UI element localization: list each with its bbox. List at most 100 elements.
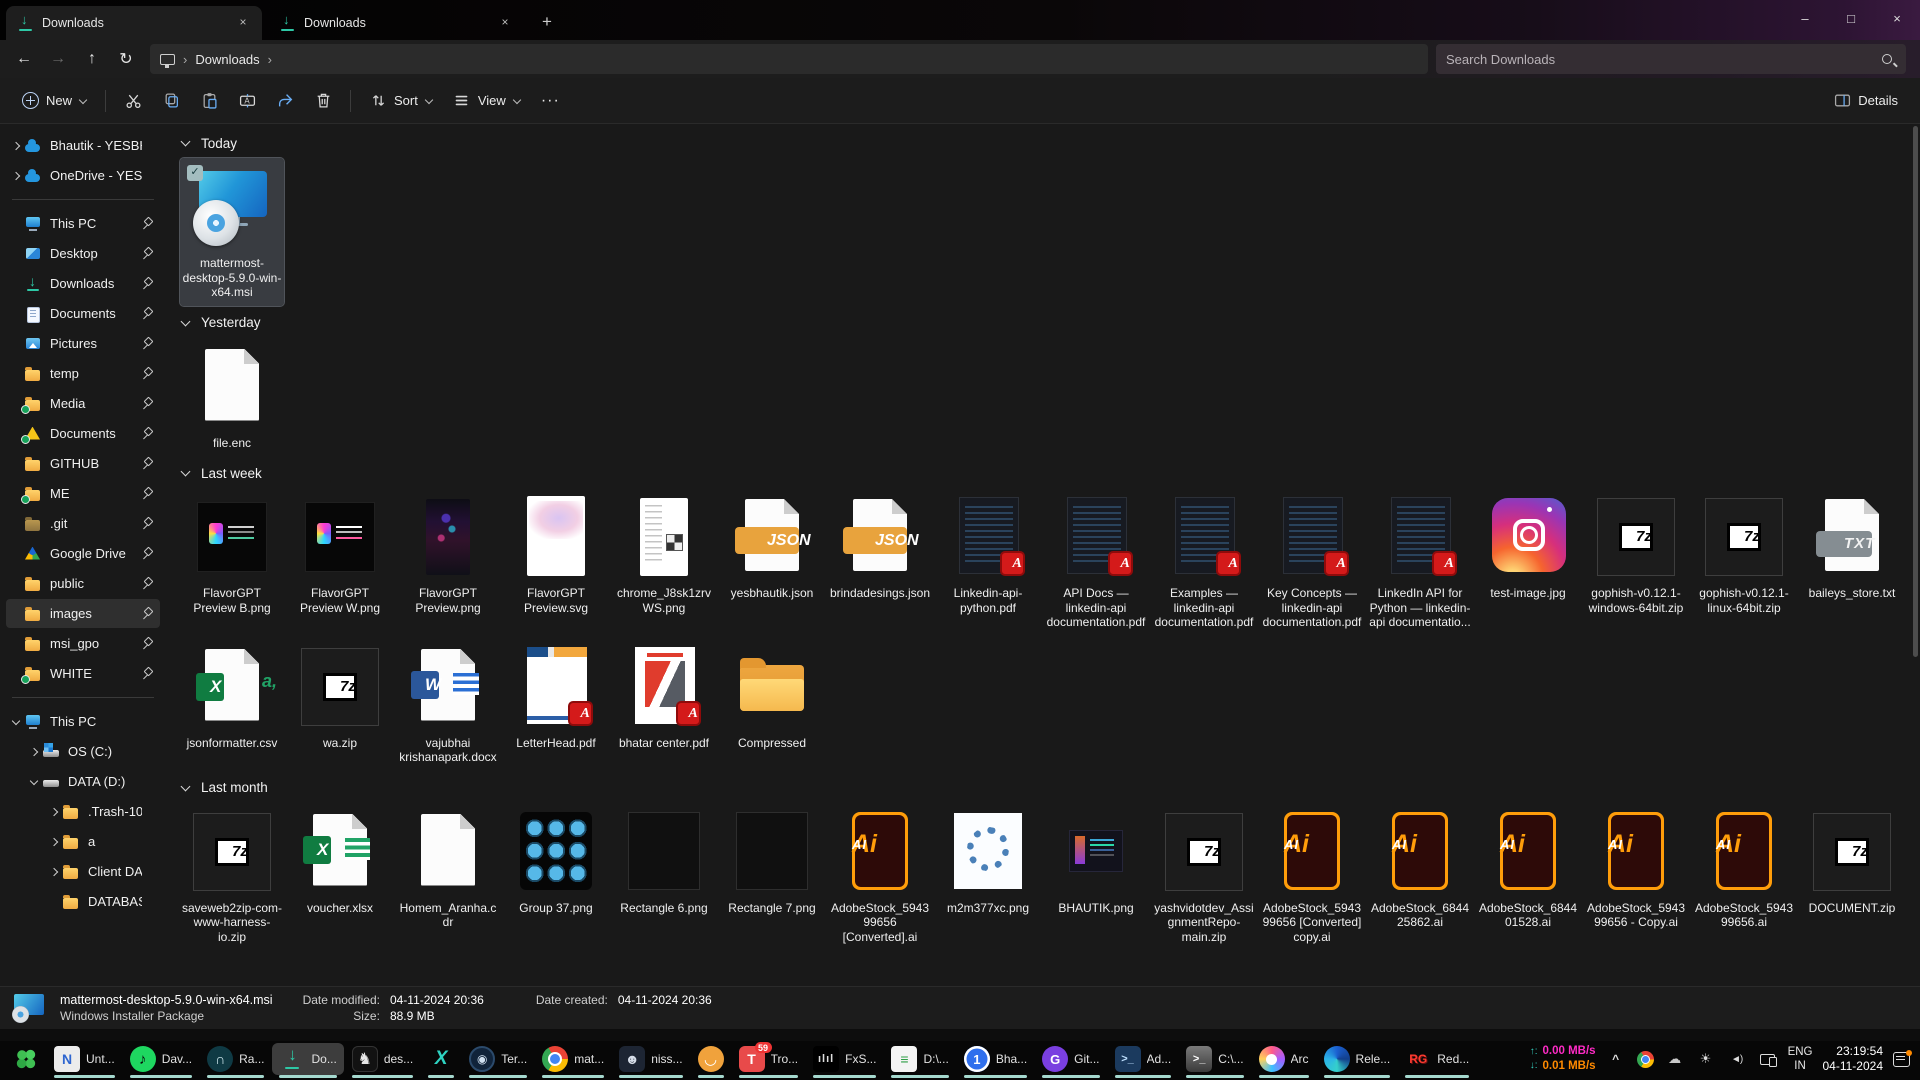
file-tile[interactable]: mattermost-desktop-5.9.0-win-x64.msi	[180, 158, 284, 306]
file-tile[interactable]: voucher.xlsx	[288, 803, 392, 922]
file-tile[interactable]: gophish-v0.12.1-windows-64bit.zip	[1584, 488, 1688, 621]
refresh-button[interactable]: ↻	[110, 44, 142, 74]
back-button[interactable]: ←	[8, 44, 40, 74]
taskbar-app[interactable]: Rele...	[1317, 1043, 1398, 1075]
sidebar-item[interactable]: Google Drive	[6, 539, 160, 568]
file-tile[interactable]: wa.zip	[288, 638, 392, 757]
file-tile[interactable]: brindadesings.json	[828, 488, 932, 607]
tab-close-icon[interactable]: ×	[496, 14, 514, 32]
notification-center-icon[interactable]	[1893, 1052, 1910, 1067]
search-icon[interactable]	[1882, 54, 1896, 64]
rename-button[interactable]: A	[228, 85, 266, 117]
chevron-down-icon[interactable]	[180, 138, 192, 148]
file-tile[interactable]: Homem_Aranha.cdr	[396, 803, 500, 936]
tray-icon[interactable]: ◄)	[1727, 1049, 1747, 1069]
search-box[interactable]	[1436, 44, 1906, 74]
scrollbar-thumb[interactable]	[1913, 126, 1918, 657]
file-tile[interactable]: AdobeStock_594399656.ai	[1692, 803, 1796, 936]
file-tile[interactable]: AdobeStock_594399656 [Converted].ai	[828, 803, 932, 951]
file-tile[interactable]: LinkedIn API for Python — linkedin-api d…	[1368, 488, 1472, 636]
copy-button[interactable]	[152, 85, 190, 117]
sidebar-tree-item[interactable]: DATABASE	[6, 887, 160, 916]
sidebar-item[interactable]: ME	[6, 479, 160, 508]
close-button[interactable]: ×	[1874, 0, 1920, 36]
file-tile[interactable]: Rectangle 7.png	[720, 803, 824, 922]
sidebar-item[interactable]: Pictures	[6, 329, 160, 358]
sidebar-tree-item[interactable]: This PC	[6, 707, 160, 736]
cut-button[interactable]	[114, 85, 152, 117]
sidebar-item[interactable]: OneDrive - YESB	[6, 161, 160, 190]
taskbar-app[interactable]: Arc	[1252, 1043, 1316, 1075]
sidebar-item[interactable]: Documents	[6, 419, 160, 448]
sidebar-item[interactable]: msi_gpo	[6, 629, 160, 658]
taskbar-app[interactable]: >_ C:\...	[1179, 1043, 1250, 1075]
breadcrumb[interactable]: › Downloads ›	[150, 44, 1428, 74]
taskbar-app[interactable]: ∩ Ra...	[200, 1043, 271, 1075]
sidebar-tree-item[interactable]: Client DATA	[6, 857, 160, 886]
file-tile[interactable]: AdobeStock_684425862.ai	[1368, 803, 1472, 936]
file-list-area[interactable]: Today mattermost-desktop-5.9.0-win-x64.m…	[166, 124, 1920, 986]
sidebar-item[interactable]: This PC	[6, 209, 160, 238]
file-tile[interactable]: Compressed	[720, 638, 824, 757]
sidebar-item[interactable]: Bhautik - YESBH	[6, 131, 160, 160]
sidebar-item[interactable]: public	[6, 569, 160, 598]
minimize-button[interactable]: –	[1782, 0, 1828, 36]
sidebar-tree-item[interactable]: .Trash-1000	[6, 797, 160, 826]
file-tile[interactable]: chrome_J8sk1zrvWS.png	[612, 488, 716, 621]
sidebar-item[interactable]: Desktop	[6, 239, 160, 268]
taskbar-app[interactable]	[6, 1043, 46, 1075]
taskbar-app[interactable]: ♪ Dav...	[123, 1043, 199, 1075]
network-speed-widget[interactable]: ↑:0.00 MB/s ↓:0.01 MB/s	[1530, 1045, 1596, 1072]
sort-button[interactable]: Sort	[359, 85, 443, 117]
sidebar-item[interactable]: temp	[6, 359, 160, 388]
chevron-down-icon[interactable]	[180, 468, 192, 478]
taskbar-app[interactable]: >_ Ad...	[1108, 1043, 1179, 1075]
checkbox[interactable]	[187, 165, 203, 181]
taskbar-app[interactable]: ≡ D:\...	[884, 1043, 955, 1075]
new-button[interactable]: New	[12, 85, 97, 116]
sidebar-item[interactable]: .git	[6, 509, 160, 538]
file-tile[interactable]: yashvidotdev_AssignmentRepo-main.zip	[1152, 803, 1256, 951]
breadcrumb-downloads[interactable]: Downloads	[195, 52, 259, 67]
file-tile[interactable]: saveweb2zip-com-www-harness-io.zip	[180, 803, 284, 951]
tray-icon[interactable]	[1637, 1051, 1654, 1068]
sidebar-item[interactable]: WHITE	[6, 659, 160, 688]
taskbar-app[interactable]: ılıl FxS...	[806, 1043, 883, 1075]
tray-icon[interactable]: ☀	[1696, 1049, 1716, 1069]
file-tile[interactable]: Key Concepts — linkedin-api documentatio…	[1260, 488, 1364, 636]
chevron-icon[interactable]	[10, 171, 24, 181]
taskbar-app[interactable]: 1 Bha...	[957, 1043, 1034, 1075]
new-tab-button[interactable]: +	[532, 8, 562, 38]
up-button[interactable]: ↑	[76, 44, 108, 74]
search-input[interactable]	[1446, 52, 1882, 67]
taskbar-app[interactable]: ◉ Ter...	[462, 1043, 534, 1075]
file-tile[interactable]: vajubhai krishanapark.docx	[396, 638, 500, 771]
file-tile[interactable]: AdobeStock_594399656 [Converted] copy.ai	[1260, 803, 1364, 951]
sidebar-item[interactable]: Documents	[6, 299, 160, 328]
file-tile[interactable]: FlavorGPT Preview.svg	[504, 488, 608, 621]
file-tile[interactable]: Linkedin-api-python.pdf	[936, 488, 1040, 621]
file-tile[interactable]: LetterHead.pdf	[504, 638, 608, 757]
taskbar-app[interactable]: mat...	[535, 1043, 611, 1075]
group-header-yesterday[interactable]: Yesterday	[180, 310, 1910, 336]
file-tile[interactable]: API Docs — linkedin-api documentation.pd…	[1044, 488, 1148, 636]
sidebar-tree-item[interactable]: OS (C:)	[6, 737, 160, 766]
taskbar-app[interactable]: X	[421, 1043, 461, 1075]
chevron-icon[interactable]	[48, 837, 62, 847]
file-tile[interactable]: Examples — linkedin-api documentation.pd…	[1152, 488, 1256, 636]
file-tile[interactable]: jsonformatter.csv	[180, 638, 284, 757]
view-button[interactable]: View	[443, 85, 531, 117]
file-tile[interactable]: Rectangle 6.png	[612, 803, 716, 922]
file-tile[interactable]: baileys_store.txt	[1800, 488, 1904, 607]
sidebar-item[interactable]: images	[6, 599, 160, 628]
sidebar-tree-item[interactable]: a	[6, 827, 160, 856]
tray-icon[interactable]: ☁	[1665, 1049, 1685, 1069]
language-indicator[interactable]: ENG IN	[1788, 1045, 1813, 1074]
chevron-icon[interactable]	[48, 867, 62, 877]
tray-icon[interactable]	[1758, 1049, 1778, 1069]
more-options-button[interactable]: ···	[531, 85, 570, 117]
group-header-last-month[interactable]: Last month	[180, 775, 1910, 801]
file-tile[interactable]: DOCUMENT.zip	[1800, 803, 1904, 922]
file-tile[interactable]: AdobeStock_594399656 - Copy.ai	[1584, 803, 1688, 936]
details-pane-button[interactable]: Details	[1823, 85, 1908, 117]
